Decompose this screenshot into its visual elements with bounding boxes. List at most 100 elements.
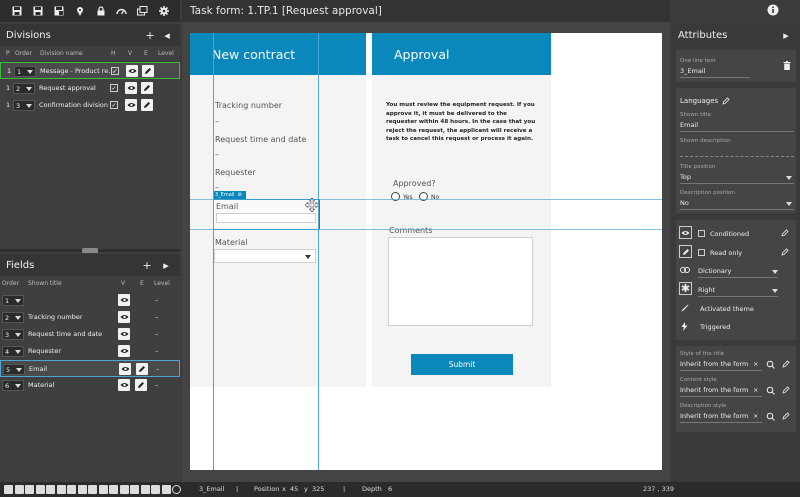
conditioned-pencil-icon[interactable] xyxy=(781,229,789,237)
splitter-handle[interactable] xyxy=(82,248,98,253)
content-style-clear[interactable]: × xyxy=(753,386,758,394)
material-select[interactable] xyxy=(214,249,316,263)
eye-icon[interactable] xyxy=(126,65,138,77)
eye-icon[interactable] xyxy=(125,82,137,94)
description-position-select[interactable]: No xyxy=(680,199,689,207)
field-row[interactable]: 1– xyxy=(0,292,180,309)
read-only-checkbox[interactable] xyxy=(698,249,705,256)
align-top-icon[interactable] xyxy=(35,485,45,494)
pencil-icon[interactable] xyxy=(782,386,790,394)
field-order-select[interactable]: 5 xyxy=(3,364,25,375)
conditioned-checkbox[interactable] xyxy=(698,230,705,237)
search-icon[interactable] xyxy=(766,412,775,421)
field-order-select[interactable]: 2 xyxy=(2,312,24,323)
expand-fields-icon[interactable]: ▸ xyxy=(160,259,172,272)
pencil-icon[interactable] xyxy=(782,360,790,368)
division-row[interactable]: 1 3 Confirmation division ✓ xyxy=(0,97,180,114)
grid-icon[interactable] xyxy=(151,485,160,494)
collapse-left-icon[interactable]: ◂ xyxy=(161,29,173,42)
align-left-icon[interactable] xyxy=(4,485,13,494)
align-middle-icon[interactable] xyxy=(46,485,55,494)
gear-icon[interactable] xyxy=(153,1,174,21)
snap-icon[interactable] xyxy=(161,485,171,494)
division-h-checkbox[interactable]: ✓ xyxy=(110,84,118,92)
pin-icon[interactable] xyxy=(69,1,90,21)
field-row[interactable]: 4 Requester – xyxy=(0,343,180,360)
align-bottom-icon[interactable] xyxy=(56,485,66,494)
ungroup-icon[interactable] xyxy=(140,485,150,494)
pencil-icon[interactable] xyxy=(135,379,147,391)
division-row[interactable]: 1 1 Message - Product re... ✓ xyxy=(0,62,180,79)
pencil-icon[interactable] xyxy=(141,82,153,94)
pencil-icon[interactable] xyxy=(782,412,790,420)
dictionary-select[interactable]: Dictionary xyxy=(698,267,731,275)
gauge-icon[interactable] xyxy=(111,1,132,21)
collapse-right-icon[interactable]: ▸ xyxy=(780,29,792,42)
search-icon[interactable] xyxy=(766,386,775,395)
pencil-icon[interactable] xyxy=(142,65,154,77)
save-all-icon[interactable] xyxy=(27,1,48,21)
save-icon[interactable] xyxy=(6,1,27,21)
activated-theme-label[interactable]: Activated theme xyxy=(700,305,754,313)
asterisk-icon[interactable]: ✱ xyxy=(679,282,692,295)
division-h-checkbox[interactable]: ✓ xyxy=(110,101,118,109)
submit-button[interactable]: Submit xyxy=(411,354,513,375)
style-title-value[interactable]: Inherit from the form xyxy=(680,360,748,368)
search-icon[interactable] xyxy=(766,360,775,369)
eye-icon[interactable] xyxy=(118,311,130,323)
zoom-icon[interactable] xyxy=(172,485,181,494)
content-style-value[interactable]: Inherit from the form xyxy=(680,386,748,394)
field-order-select[interactable]: 4 xyxy=(2,346,24,357)
description-style-value[interactable]: Inherit from the form xyxy=(680,412,748,420)
eye-icon[interactable] xyxy=(118,294,130,306)
field-row[interactable]: 3 Request time and date – xyxy=(0,326,180,343)
trash-icon[interactable] xyxy=(783,61,791,70)
division-row[interactable]: 1 2 Request approval ✓ xyxy=(0,80,180,97)
field-order-select[interactable]: 6 xyxy=(2,380,24,391)
add-division-icon[interactable]: + xyxy=(144,29,156,42)
field-row[interactable]: 6 Material – xyxy=(0,377,180,394)
division-h-checkbox[interactable]: ✓ xyxy=(111,67,119,75)
move-cursor-icon[interactable] xyxy=(305,198,319,212)
group-icon[interactable] xyxy=(130,485,139,494)
eye-icon[interactable] xyxy=(125,99,137,111)
save-as-icon[interactable] xyxy=(48,1,69,21)
title-position-select[interactable]: Top xyxy=(680,173,691,181)
shown-title-value[interactable]: Email xyxy=(680,121,698,129)
division-order-select[interactable]: 2 xyxy=(13,83,35,94)
triggered-label[interactable]: Triggered xyxy=(700,323,730,331)
one-line-value[interactable]: 3_Email xyxy=(680,67,705,75)
eye-icon[interactable] xyxy=(118,379,130,391)
eye-icon[interactable] xyxy=(118,328,130,340)
distribute-h-icon[interactable] xyxy=(67,485,76,494)
info-icon[interactable] xyxy=(766,3,782,19)
languages-pencil-icon[interactable] xyxy=(722,97,730,105)
read-only-pencil-icon[interactable] xyxy=(781,248,789,256)
style-title-clear[interactable]: × xyxy=(753,360,758,368)
eye-icon[interactable] xyxy=(118,345,130,357)
align-right-icon[interactable] xyxy=(25,485,34,494)
division-order-select[interactable]: 3 xyxy=(13,100,35,111)
email-input[interactable] xyxy=(216,213,316,223)
division-order-select[interactable]: 1 xyxy=(14,66,36,77)
distribute-v-icon[interactable] xyxy=(77,485,87,494)
field-row[interactable]: 5 Email – xyxy=(0,360,180,377)
align-select[interactable]: Right xyxy=(698,286,715,294)
same-height-icon[interactable] xyxy=(98,485,108,494)
same-width-icon[interactable] xyxy=(88,485,97,494)
pencil-icon[interactable] xyxy=(141,99,153,111)
send-back-icon[interactable] xyxy=(119,485,129,494)
lock-icon[interactable] xyxy=(90,1,111,21)
windows-icon[interactable] xyxy=(132,1,153,21)
comments-textarea[interactable] xyxy=(388,237,533,326)
description-style-clear[interactable]: × xyxy=(753,412,758,420)
visibility-toggle[interactable] xyxy=(679,226,692,239)
align-center-icon[interactable] xyxy=(14,485,24,494)
bring-front-icon[interactable] xyxy=(109,485,118,494)
add-field-icon[interactable]: + xyxy=(141,259,153,272)
field-order-select[interactable]: 3 xyxy=(2,329,24,340)
edit-toggle[interactable] xyxy=(679,245,692,258)
field-row[interactable]: 2 Tracking number – xyxy=(0,309,180,326)
email-field-tag[interactable]: 3_Email ⚙ xyxy=(213,191,246,199)
eye-icon[interactable] xyxy=(119,363,131,375)
